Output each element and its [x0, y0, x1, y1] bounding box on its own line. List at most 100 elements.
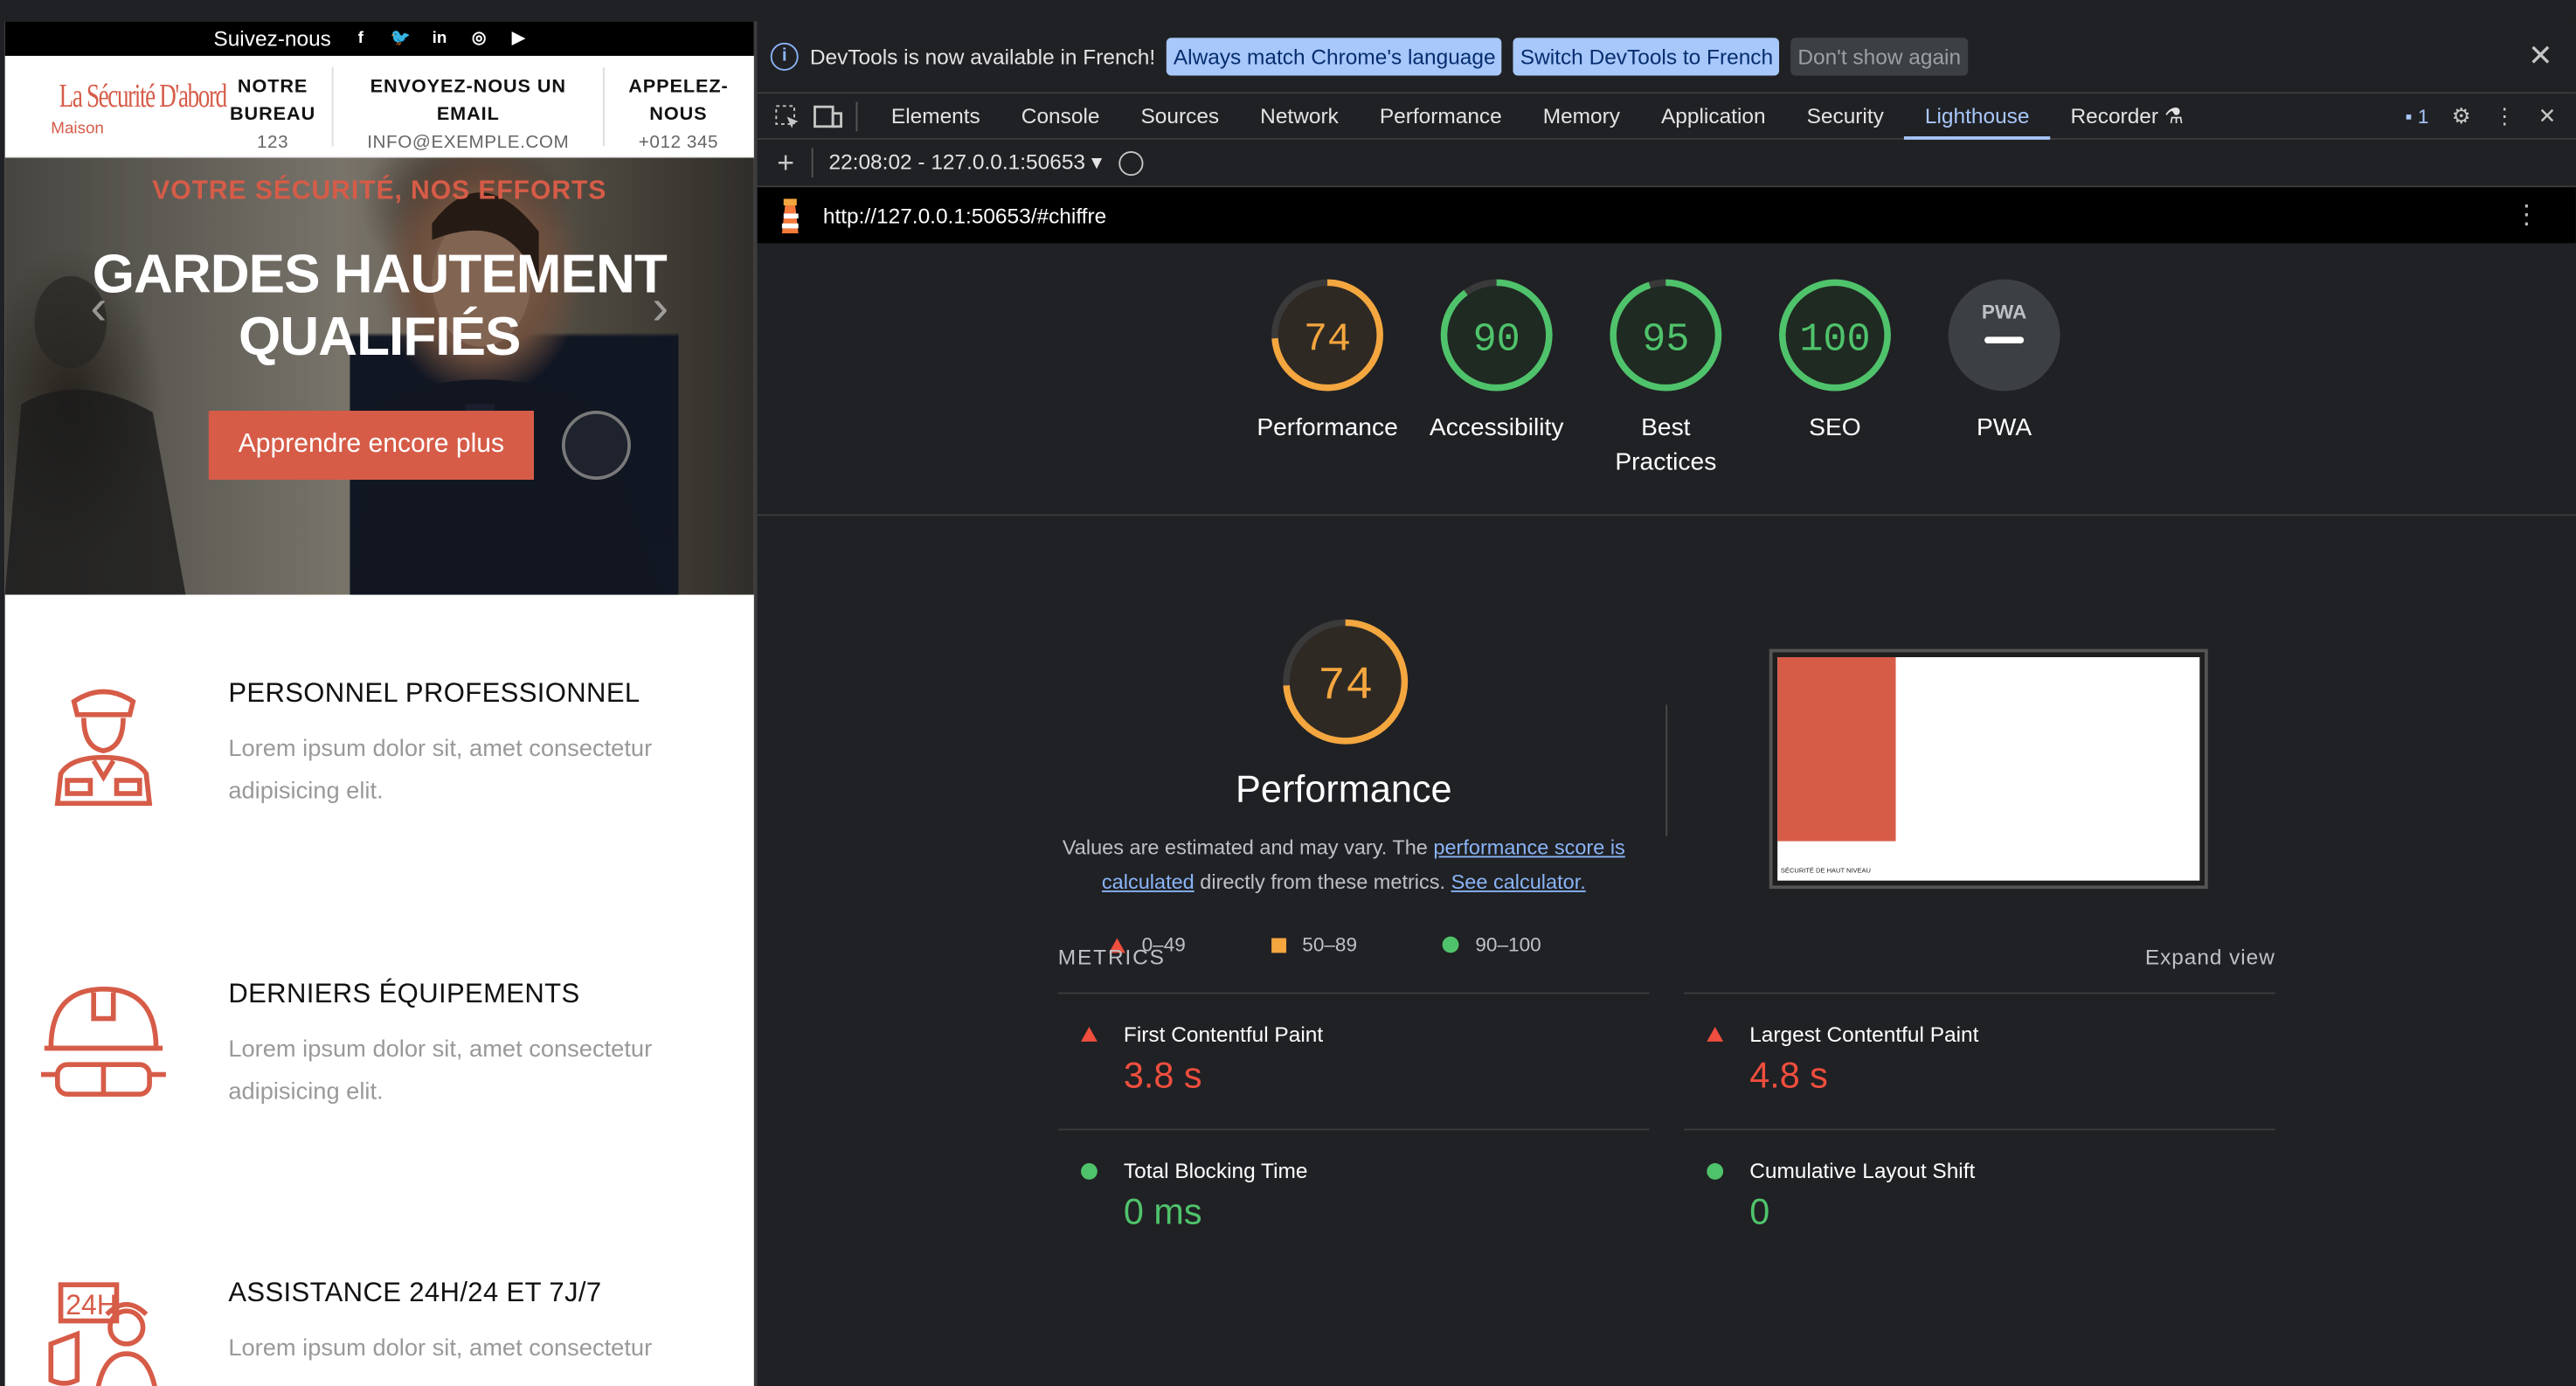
metric-value: 0 ms: [1123, 1191, 1202, 1232]
header-email: ENVOYEZ-NOUS UN EMAIL INFO@EXEMPLE.COM: [334, 56, 603, 156]
flask-icon: ⚗: [2164, 102, 2184, 128]
tab-recorder-label: Recorder: [2070, 102, 2159, 128]
gauge-label: PWA: [1976, 413, 2032, 442]
legend-average: 50–89: [1271, 933, 1357, 956]
dont-show-again-button[interactable]: Don't show again: [1790, 38, 1968, 76]
gauge-best-practices[interactable]: 95 Best Practices: [1575, 276, 1756, 480]
tab-sources[interactable]: Sources: [1120, 93, 1240, 139]
security-guard-icon: [54, 689, 153, 807]
metric-value: 3.8 s: [1123, 1054, 1202, 1096]
tab-lighthouse[interactable]: Lighthouse: [1904, 93, 2051, 139]
hero-carousel: VOTRE SÉCURITÉ, NOS EFFORTS GARDES HAUTE…: [4, 157, 754, 595]
gauge-pwa[interactable]: PWA PWA: [1914, 276, 2095, 446]
carousel-next-icon[interactable]: ›: [636, 273, 685, 345]
metric-lcp: Largest Contentful Paint 4.8 s: [1684, 992, 2275, 1131]
score-legend: 0–49 50–89 90–100: [1109, 933, 1541, 956]
twitter-icon[interactable]: 🐦: [391, 30, 411, 48]
dropdown-arrow-icon: ▾: [1091, 149, 1103, 175]
learn-more-button[interactable]: Apprendre encore plus: [208, 411, 534, 480]
metric-fcp: First Contentful Paint 3.8 s: [1057, 992, 1650, 1131]
score-value: 74: [1304, 316, 1351, 362]
tab-recorder[interactable]: Recorder ⚗: [2050, 93, 2204, 139]
metric-cls: Cumulative Layout Shift 0: [1684, 1128, 2275, 1267]
pwa-badge-text: PWA: [1982, 301, 2026, 323]
logo-name: La Sécurité D'abord: [59, 78, 228, 114]
gauge-label: SEO: [1809, 413, 1861, 442]
instagram-icon[interactable]: ◎: [469, 30, 489, 48]
facebook-icon[interactable]: f: [350, 30, 370, 48]
tab-elements[interactable]: Elements: [870, 93, 1001, 139]
youtube-icon[interactable]: ▶: [509, 30, 529, 48]
lighthouse-toolbar: + 22:08:02 - 127.0.0.1:50653 ▾: [757, 140, 2576, 188]
metric-value: 0: [1749, 1191, 1770, 1232]
devtools-panel: i DevTools is now available in French! A…: [757, 21, 2576, 1386]
phone-value[interactable]: +012 345: [605, 130, 752, 156]
report-selector-label: 22:08:02 - 127.0.0.1:50653: [828, 149, 1086, 175]
hero-overlay: [4, 157, 754, 595]
section-divider: [1665, 704, 1668, 836]
legend-pass: 90–100: [1442, 933, 1541, 956]
gauge-ring: 95: [1610, 279, 1722, 392]
see-calculator-link[interactable]: See calculator.: [1451, 870, 1586, 893]
tab-memory[interactable]: Memory: [1522, 93, 1640, 139]
gauge-ring: 100: [1779, 279, 1891, 392]
settings-gear-icon[interactable]: ⚙: [2452, 103, 2471, 129]
support-24h-icon: 24H: [48, 1282, 157, 1386]
hero-subtitle: VOTRE SÉCURITÉ, NOS EFFORTS: [152, 177, 607, 205]
email-value[interactable]: INFO@EXEMPLE.COM: [334, 130, 603, 156]
performance-title: Performance: [1236, 766, 1452, 810]
gauge-seo[interactable]: 100 SEO: [1745, 276, 1926, 446]
metric-name: Largest Contentful Paint: [1749, 1022, 1979, 1047]
inspect-element-icon[interactable]: [773, 103, 800, 129]
office-value: 123: [256, 133, 289, 153]
social-topbar: Suivez-nous f 🐦 in ◎ ▶: [4, 21, 754, 56]
gauge-performance[interactable]: 74 Performance: [1237, 276, 1418, 446]
tab-performance[interactable]: Performance: [1359, 93, 1522, 139]
feature-text: Lorem ipsum dolor sit, amet consectetur …: [228, 1036, 653, 1106]
gauge-label: Best Practices: [1615, 413, 1717, 477]
score-value: 90: [1473, 316, 1520, 362]
website-preview: Suivez-nous f 🐦 in ◎ ▶ La Sécurité D'abo…: [4, 21, 754, 1386]
info-icon: i: [770, 42, 799, 71]
average-square-icon: [1271, 937, 1286, 953]
legend-label: 50–89: [1302, 932, 1358, 957]
report-url[interactable]: http://127.0.0.1:50653/#chiffre: [823, 203, 1106, 227]
close-devtools-icon[interactable]: ✕: [2538, 103, 2557, 129]
close-infobar-icon[interactable]: ✕: [2528, 39, 2552, 73]
header-phone: APPELEZ-NOUS +012 345: [605, 56, 752, 156]
report-selector[interactable]: 22:08:02 - 127.0.0.1:50653 ▾: [828, 149, 1102, 176]
lighthouse-report: 74 Performance 90 Accessibility 95 Best …: [757, 245, 2576, 1386]
infobar-message: DevTools is now available in French!: [809, 44, 1156, 69]
more-options-icon[interactable]: ⋮: [2494, 103, 2515, 129]
final-screenshot-thumbnail[interactable]: SÉCURITÉ DE HAUT NIVEAU: [1769, 648, 2208, 890]
carousel-prev-icon[interactable]: ‹: [74, 273, 123, 345]
tab-application[interactable]: Application: [1641, 93, 1787, 139]
expand-view-toggle[interactable]: Expand view: [2145, 945, 2275, 969]
issues-badge[interactable]: ▪ 1: [2406, 105, 2429, 128]
helmet-goggles-icon: [41, 986, 166, 1097]
tab-security[interactable]: Security: [1786, 93, 1904, 139]
header-office: NOTRE BUREAU 123: [213, 56, 331, 156]
gauge-accessibility[interactable]: 90 Accessibility: [1406, 276, 1587, 446]
device-toolbar-icon[interactable]: [814, 103, 843, 129]
site-logo[interactable]: La Sécurité D'abord Maison: [5, 55, 227, 157]
always-match-language-button[interactable]: Always match Chrome's language: [1167, 38, 1503, 76]
report-menu-icon[interactable]: ⋮: [2513, 198, 2539, 232]
metric-name: First Contentful Paint: [1123, 1022, 1324, 1047]
issues-count: 1: [2417, 105, 2429, 128]
tab-console[interactable]: Console: [1001, 93, 1120, 139]
linkedin-icon[interactable]: in: [430, 30, 450, 48]
switch-to-french-button[interactable]: Switch DevTools to French: [1513, 38, 1780, 76]
report-url-bar: http://127.0.0.1:50653/#chiffre ⋮: [757, 187, 2576, 244]
score-value: 100: [1799, 316, 1870, 362]
tab-network[interactable]: Network: [1240, 93, 1360, 139]
feature-title: DERNIERS ÉQUIPEMENTS: [228, 979, 580, 1009]
clear-reports-icon[interactable]: [1118, 150, 1144, 176]
metrics-header: METRICS: [1057, 945, 1166, 970]
feature-text: Lorem ipsum dolor sit, amet consectetur …: [228, 736, 653, 806]
chat-icon: ▪: [2405, 105, 2413, 128]
new-report-plus-icon[interactable]: +: [777, 145, 794, 179]
gauge-label: Accessibility: [1429, 413, 1564, 442]
thumbnail-red-panel: [1777, 657, 1896, 842]
phone-title: APPELEZ-NOUS: [628, 77, 729, 125]
